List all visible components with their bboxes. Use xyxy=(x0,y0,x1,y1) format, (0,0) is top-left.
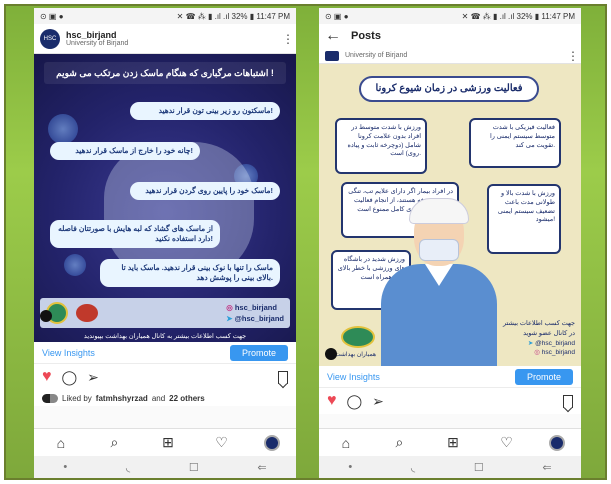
tip-bubble: ماسکتون رو زیر بینی تون قرار ندهید! xyxy=(130,102,280,120)
liked-prefix: Liked by xyxy=(62,393,92,403)
virus-decoration xyxy=(64,254,86,276)
info-title: جهت کسب اطلاعات بیشتر در کانال عضو شوید xyxy=(502,320,575,337)
tip-bubble: ماسک را تنها با نوک بینی قرار ندهید. ماس… xyxy=(100,259,280,287)
account-names: hsc_birjand University of Birjand xyxy=(66,30,282,47)
poster-footer-line: جهت کسب اطلاعات بیشتر به کانال همیاران ب… xyxy=(83,333,247,340)
insights-bar: View Insights Promote xyxy=(34,342,296,364)
like-heart-icon[interactable]: ♥ xyxy=(42,369,52,385)
activity-heart-icon[interactable]: ♡ xyxy=(496,434,518,451)
system-back-icon[interactable]: ⇐ xyxy=(257,461,266,474)
poster-footer: hsc_birjand @hsc_birjand xyxy=(40,298,290,328)
tip-bubble: چانه خود را خارج از ماسک قرار ندهید! xyxy=(50,142,200,160)
avatar[interactable]: HSC xyxy=(40,28,60,49)
home-icon[interactable]: ⌂ xyxy=(335,435,357,451)
like-heart-icon[interactable]: ♥ xyxy=(327,393,337,409)
tip-bubble: ماسک خود را پایین روی گردن قرار ندهید! xyxy=(130,182,280,200)
status-right: ✕ ☎ ⁂ ▮ .ıl .ıl 32% ▮ 11:47 PM xyxy=(176,11,290,21)
system-home-icon[interactable]: ◟ xyxy=(411,461,415,474)
liked-middle: and xyxy=(151,393,166,403)
add-post-icon[interactable]: ⊞ xyxy=(442,434,464,451)
user-tag-icon[interactable] xyxy=(325,348,337,360)
health-logo-icon xyxy=(341,326,375,348)
tip-bubble: از ماسک های گشاد که لبه هایش با صورتتان … xyxy=(50,220,220,248)
system-nav-bar: • ◟ ☐ ⇐ xyxy=(319,456,581,478)
search-icon[interactable]: ⌕ xyxy=(388,434,410,451)
recents-icon[interactable]: ☐ xyxy=(474,461,484,474)
status-bar: ⊙ ▣ ● ✕ ☎ ⁂ ▮ .ıl .ıl 32% ▮ 11:47 PM xyxy=(34,8,296,24)
post-actions: ♥ ◯ ➢ xyxy=(319,388,581,414)
doctor-cap xyxy=(409,198,469,224)
promote-button[interactable]: Promote xyxy=(229,344,288,361)
bookmark-icon[interactable] xyxy=(278,370,288,384)
telegram-handle: @hsc_birjand xyxy=(497,339,575,349)
liker-avatars xyxy=(42,393,58,403)
logo-caption: همیاران بهداشت xyxy=(335,352,377,358)
bookmark-icon[interactable] xyxy=(563,394,573,408)
activity-heart-icon[interactable]: ♡ xyxy=(211,434,233,451)
avatar[interactable] xyxy=(325,50,339,61)
add-post-icon[interactable]: ⊞ xyxy=(157,434,179,451)
post-image-mask-mistakes[interactable]: اشتباهات مرگباری که هنگام ماسک زدن مرتکب… xyxy=(34,54,296,342)
poster-title: اشتباهات مرگباری که هنگام ماسک زدن مرتکب… xyxy=(44,62,286,84)
comment-icon[interactable]: ◯ xyxy=(347,393,363,410)
profile-avatar-icon[interactable] xyxy=(264,434,281,451)
screenshot-frame: ⊙ ▣ ● ✕ ☎ ⁂ ▮ .ıl .ıl 32% ▮ 11:47 PM HSC… xyxy=(4,4,607,480)
profile-avatar-icon[interactable] xyxy=(549,434,566,451)
recents-icon[interactable]: ☐ xyxy=(189,461,199,474)
others-count-link[interactable]: 22 others xyxy=(169,394,205,403)
system-nav-bar: • ◟ ☐ ⇐ xyxy=(34,456,296,478)
instagram-handle: hsc_birjand xyxy=(497,348,575,358)
comment-icon[interactable]: ◯ xyxy=(62,369,78,386)
instagram-handle: hsc_birjand xyxy=(226,303,284,312)
nav-dot-icon[interactable]: • xyxy=(63,461,67,473)
account-subtitle: University of Birjand xyxy=(66,40,129,47)
nav-dot-icon[interactable]: • xyxy=(348,461,352,473)
username[interactable]: hsc_birjand xyxy=(66,30,282,40)
account-subtitle: University of Birjand xyxy=(345,52,408,59)
page-title: Posts xyxy=(351,30,381,42)
user-tag-icon[interactable] xyxy=(40,310,52,322)
telegram-handle: @hsc_birjand xyxy=(226,314,284,323)
share-icon[interactable]: ➢ xyxy=(87,369,99,386)
liked-by-line: Liked by fatmhshyrzad and 22 others xyxy=(34,390,296,406)
doctor-mask xyxy=(419,239,459,261)
status-bar: ⊙ ▣ ● ✕ ☎ ⁂ ▮ .ıl .ıl 32% ▮ 11:47 PM xyxy=(319,8,581,24)
channel-info: جهت کسب اطلاعات بیشتر در کانال عضو شوید … xyxy=(497,319,575,358)
bottom-nav: ⌂ ⌕ ⊞ ♡ xyxy=(34,428,296,456)
virus-decoration xyxy=(48,114,78,144)
insights-bar: View Insights Promote xyxy=(319,366,581,388)
kebab-icon[interactable]: ⋮ xyxy=(282,32,294,46)
back-arrow-icon[interactable]: ← xyxy=(325,27,341,45)
tip-card: ورزش با شدت بالا و طولانی مدت باعث تضعیف… xyxy=(487,184,561,254)
view-insights-link[interactable]: View Insights xyxy=(327,372,380,382)
view-insights-link[interactable]: View Insights xyxy=(42,348,95,358)
kebab-icon[interactable]: ⋮ xyxy=(567,49,579,63)
phone-left: ⊙ ▣ ● ✕ ☎ ⁂ ▮ .ıl .ıl 32% ▮ 11:47 PM HSC… xyxy=(34,8,296,478)
search-icon[interactable]: ⌕ xyxy=(103,434,125,451)
tip-card: فعالیت فیزیکی با شدت متوسط سیستم ایمنی ر… xyxy=(469,118,561,168)
notification-icons: ⊙ ▣ ● xyxy=(40,11,64,21)
poster-title: فعالیت ورزشی در زمان شیوع کرونا xyxy=(359,76,539,102)
status-right: ✕ ☎ ⁂ ▮ .ıl .ıl 32% ▮ 11:47 PM xyxy=(461,11,575,21)
tip-card: ورزش با شدت متوسط در افراد بدون علامت کر… xyxy=(335,118,427,174)
system-back-icon[interactable]: ⇐ xyxy=(542,461,551,474)
system-home-icon[interactable]: ◟ xyxy=(126,461,130,474)
post-image-exercise-corona[interactable]: فعالیت ورزشی در زمان شیوع کرونا ورزش با … xyxy=(319,64,581,366)
bottom-nav: ⌂ ⌕ ⊞ ♡ xyxy=(319,428,581,456)
post-actions: ♥ ◯ ➢ xyxy=(34,364,296,390)
posts-topbar: ← Posts xyxy=(319,24,581,48)
social-links: hsc_birjand @hsc_birjand xyxy=(226,303,284,323)
phone-right: ⊙ ▣ ● ✕ ☎ ⁂ ▮ .ıl .ıl 32% ▮ 11:47 PM ← P… xyxy=(319,8,581,478)
post-subheader: University of Birjand ⋮ xyxy=(319,48,581,64)
liker-username[interactable]: fatmhshyrzad xyxy=(96,394,148,403)
share-icon[interactable]: ➢ xyxy=(372,393,384,410)
notification-icons: ⊙ ▣ ● xyxy=(325,11,349,21)
heart-logo-icon xyxy=(76,304,98,322)
promote-button[interactable]: Promote xyxy=(514,368,573,385)
post-header: HSC hsc_birjand University of Birjand ⋮ xyxy=(34,24,296,54)
home-icon[interactable]: ⌂ xyxy=(50,435,72,451)
